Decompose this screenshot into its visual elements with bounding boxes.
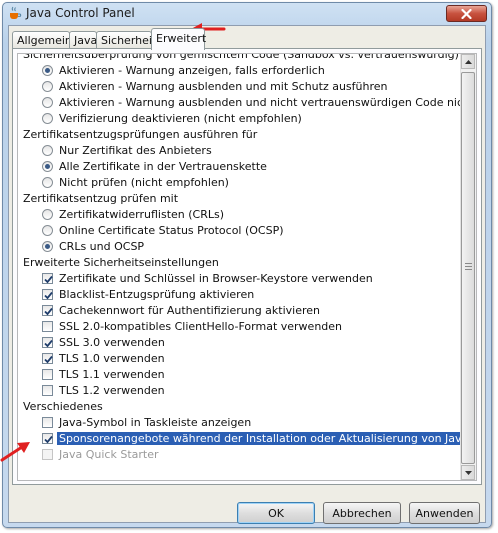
radio-selected-icon[interactable] (42, 161, 53, 172)
cancel-button[interactable]: Abbrechen (323, 502, 401, 524)
advanced-tab-panel: Sicherheitsüberprüfung von gemischtem Co… (12, 48, 482, 485)
java-cup-icon (10, 6, 22, 19)
option-label: Alle Zertifikate in der Vertrauenskette (59, 160, 267, 173)
checkbox-icon[interactable] (42, 369, 53, 380)
option-label: SSL 3.0 verwenden (59, 336, 165, 349)
settings-scroll-area[interactable]: Sicherheitsüberprüfung von gemischtem Co… (17, 53, 477, 481)
radio-icon[interactable] (42, 145, 53, 156)
tab-erweitert[interactable]: Erweitert (151, 28, 206, 50)
section-header: Sicherheitsüberprüfung von gemischtem Co… (23, 53, 459, 61)
java-control-panel-window: Java Control Panel Allgemein Java Sicher… (2, 2, 492, 528)
section-header: Erweiterte Sicherheitseinstellungen (23, 256, 219, 269)
scroll-down-button[interactable] (461, 465, 475, 480)
title-bar: Java Control Panel (3, 3, 491, 25)
option-label: Aktivieren - Warnung ausblenden und mit … (59, 80, 388, 93)
apply-button[interactable]: Anwenden (409, 502, 480, 524)
radio-icon[interactable] (42, 209, 53, 220)
radio-selected-icon[interactable] (42, 65, 53, 76)
option-label: Java Quick Starter (59, 448, 159, 461)
close-button[interactable] (446, 5, 487, 22)
checkbox-icon[interactable] (42, 321, 53, 332)
annotation-arrow-icon (0, 442, 30, 462)
option-label: Aktivieren - Warnung ausblenden und nich… (59, 96, 476, 109)
section-header: Zertifikatsentzug prüfen mit (23, 192, 179, 205)
radio-icon[interactable] (42, 81, 53, 92)
radio-icon[interactable] (42, 113, 53, 124)
option-label: SSL 2.0-kompatibles ClientHello-Format v… (59, 320, 343, 333)
tab-java[interactable]: Java (69, 31, 97, 49)
radio-icon[interactable] (42, 225, 53, 236)
option-label: CRLs und OCSP (59, 240, 145, 253)
section-header: Verschiedenes (23, 400, 103, 413)
option-label: Aktivieren - Warnung anzeigen, falls erf… (59, 64, 325, 77)
thumb-grip (465, 266, 472, 267)
checkbox-checked-icon[interactable] (42, 337, 53, 348)
checkbox-checked-icon[interactable] (42, 305, 53, 316)
option-label: Online Certificate Status Protocol (OCSP… (59, 224, 284, 237)
option-label: TLS 1.0 verwenden (59, 352, 165, 365)
vertical-scrollbar[interactable] (460, 54, 476, 480)
thumb-grip (465, 263, 472, 264)
arrow-up-icon (464, 59, 472, 64)
radio-icon[interactable] (42, 97, 53, 108)
option-label: Cachekennwort für Authentifizierung akti… (59, 304, 321, 317)
option-label: Java-Symbol in Taskleiste anzeigen (59, 416, 252, 429)
radio-icon[interactable] (42, 177, 53, 188)
option-label: TLS 1.2 verwenden (59, 384, 165, 397)
checkbox-checked-icon[interactable] (42, 289, 53, 300)
tab-allgemein[interactable]: Allgemein (12, 31, 72, 49)
option-label: Zertifikatwiderruflisten (CRLs) (59, 208, 225, 221)
scroll-up-button[interactable] (461, 54, 475, 69)
checkbox-icon[interactable] (42, 385, 53, 396)
option-label: TLS 1.1 verwenden (59, 368, 165, 381)
checkbox-checked-icon[interactable] (42, 353, 53, 364)
radio-selected-icon[interactable] (42, 241, 53, 252)
option-label: Sponsorenangebote während der Installati… (55, 431, 476, 446)
scroll-thumb[interactable] (461, 72, 475, 464)
thumb-grip (465, 269, 472, 270)
close-icon (461, 8, 472, 19)
option-label: Verifizierung deaktivieren (nicht empfoh… (59, 112, 302, 125)
option-label: Nur Zertifikat des Anbieters (59, 144, 212, 157)
ok-button[interactable]: OK (237, 502, 315, 524)
checkbox-checked-icon[interactable] (42, 273, 53, 284)
checkbox-icon[interactable] (42, 417, 53, 428)
arrow-down-icon (464, 470, 472, 475)
option-label: Zertifikate und Schlüssel in Browser-Key… (59, 272, 373, 285)
checkbox-icon (42, 449, 53, 460)
dialog-client-area: Allgemein Java Sicherheit Erweitert Sich… (8, 25, 486, 524)
section-header: Zertifikatsentzugsprüfungen ausführen fü… (23, 128, 258, 141)
option-label: Nicht prüfen (nicht empfohlen) (59, 176, 229, 189)
checkbox-checked-icon[interactable] (42, 433, 53, 444)
tab-sicherheit[interactable]: Sicherheit (96, 31, 156, 49)
option-label: Blacklist-Entzugsprüfung aktivieren (59, 288, 255, 301)
window-title: Java Control Panel (26, 6, 135, 20)
